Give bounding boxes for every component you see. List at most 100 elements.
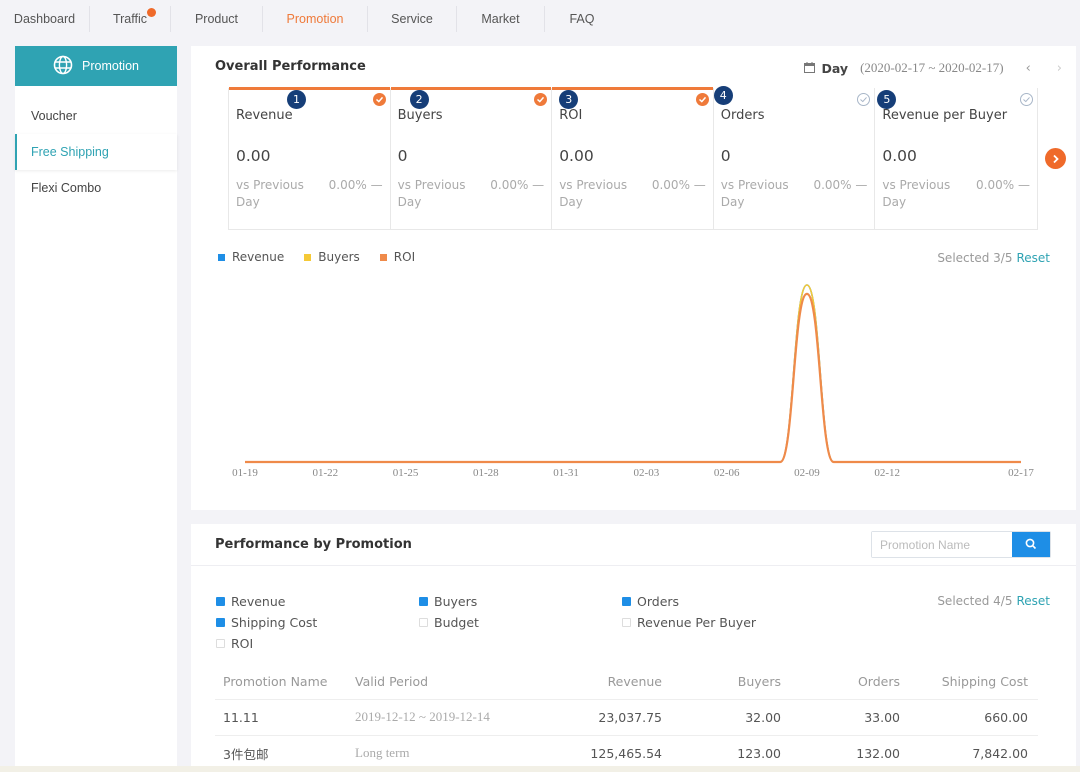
x-tick-label: 02-09 [794,467,820,479]
compare-label: vs Previous Day [882,178,951,209]
search-button[interactable] [1012,532,1050,557]
metric-label: Revenue [236,108,293,123]
cell-revenue: 23,037.75 [547,699,672,736]
series-line-roi [245,292,1021,464]
metric-card-roi[interactable]: 3 ROI 0.00 vs Previous Day 0.00% — [552,87,714,229]
cell-buyers: 32.00 [672,699,791,736]
promotion-search-input[interactable] [872,532,1012,557]
nav-tab-traffic[interactable]: Traffic [90,8,170,26]
step-number-badge: 2 [409,90,429,109]
metric-label: Orders [720,108,765,123]
checkbox-roi[interactable]: ROI [216,636,253,651]
nav-tab-promotion[interactable]: Promotion [263,12,367,26]
checkbox-checked-icon [419,597,428,606]
legend-swatch [218,253,225,261]
sidebar-item-flexi-combo[interactable]: Flexi Combo [15,170,177,206]
chevron-right-icon [1052,149,1060,168]
x-tick-label: 01-31 [553,467,579,479]
nav-tab-service[interactable]: Service [368,12,456,26]
step-number-badge: 5 [877,90,897,109]
metric-label: ROI [559,108,583,123]
legend-item-revenue[interactable]: Revenue [218,250,284,264]
divider [191,565,1076,566]
nav-tab-market[interactable]: Market [457,12,544,26]
date-selector: Day (2020-02-17 ~ 2020-02-17) ‹ › [803,60,1062,76]
cell-promotion-name: 11.11 [215,699,347,736]
next-cards-button[interactable] [1045,148,1066,169]
reset-link[interactable]: Reset [1016,251,1050,265]
metric-card-orders[interactable]: 4 Orders 0 vs Previous Day 0.00% — [713,86,876,229]
promotion-table: Promotion Name Valid Period Revenue Buye… [215,664,1038,772]
column-header[interactable]: Valid Period [347,664,547,700]
nav-tab-dashboard[interactable]: Dashboard [0,12,89,26]
x-tick-label: 01-28 [473,467,499,479]
sidebar-header-label: Promotion [82,59,139,73]
nav-tab-faq[interactable]: FAQ [545,12,619,26]
cell-orders: 33.00 [791,699,910,736]
table-row[interactable]: 11.11 2019-12-12 ~ 2019-12-14 23,037.75 … [215,699,1038,736]
sidebar: Promotion Voucher Free Shipping Flexi Co… [15,46,177,772]
compare-label: vs Previous Day [720,178,789,209]
next-period-button[interactable]: › [1057,61,1062,76]
reset-link[interactable]: Reset [1016,594,1050,608]
sidebar-item-voucher[interactable]: Voucher [15,98,177,134]
search-icon [1025,535,1037,554]
checkbox-buyers[interactable]: Buyers [419,594,477,609]
step-number-badge: 4 [713,86,733,105]
column-header[interactable]: Promotion Name [215,664,347,700]
overall-performance-panel: Overall Performance Day (2020-02-17 ~ 20… [191,46,1076,510]
compare-label: vs Previous Day [397,178,466,209]
table-header-row: Promotion Name Valid Period Revenue Buye… [215,664,1038,700]
checkbox-orders[interactable]: Orders [622,594,679,609]
checked-icon[interactable] [695,93,709,106]
panel-title: Overall Performance [215,59,366,74]
legend-item-buyers[interactable]: Buyers [304,250,360,264]
panel-title: Performance by Promotion [215,537,412,552]
column-header[interactable]: Buyers [672,664,791,700]
series-line-buyers [245,284,1021,463]
performance-by-promotion-panel: Performance by Promotion Revenue Buyers … [191,524,1076,772]
column-header[interactable]: Shipping Cost [910,664,1038,700]
checkbox-checked-icon [216,618,225,627]
x-tick-label: 02-06 [714,467,740,479]
x-tick-label: 02-17 [1008,467,1034,479]
checkbox-revenue-per-buyer[interactable]: Revenue Per Buyer [622,615,756,630]
cell-valid-period: 2019-12-12 ~ 2019-12-14 [347,699,547,736]
metric-card-revenue-per-buyer[interactable]: 5 Revenue per Buyer 0.00 vs Previous Day… [875,88,1037,229]
checked-icon[interactable] [534,93,548,106]
series-line-revenue [245,284,1021,463]
sidebar-item-free-shipping[interactable]: Free Shipping [15,134,177,170]
notification-badge [147,8,157,17]
step-number-badge: 1 [287,90,306,109]
chart-legend: Revenue Buyers ROI [218,250,415,264]
x-tick-label: 01-25 [393,467,419,479]
legend-swatch [379,253,387,261]
unchecked-icon[interactable] [1019,93,1033,106]
metric-label: Revenue per Buyer [882,108,1008,123]
checkbox-budget[interactable]: Budget [419,615,479,630]
metric-card-buyers[interactable]: 2 Buyers 0 vs Previous Day 0.00% — [390,87,553,229]
prev-period-button[interactable]: ‹ [1026,61,1031,76]
promotion-search [871,531,1051,558]
legend-item-roi[interactable]: ROI [379,250,415,264]
checkbox-revenue[interactable]: Revenue [216,594,285,609]
calendar-icon[interactable] [803,61,815,76]
nav-tab-product[interactable]: Product [171,12,262,26]
x-tick-label: 02-12 [874,467,900,479]
checkbox-checked-icon [216,597,225,606]
legend-swatch [304,253,312,261]
checkbox-unchecked-icon [419,618,428,627]
date-range: (2020-02-17 ~ 2020-02-17) [860,60,1004,75]
checkbox-unchecked-icon [216,639,225,648]
checkbox-shipping-cost[interactable]: Shipping Cost [216,615,317,630]
checked-icon[interactable] [372,93,386,106]
metric-value: 0.00 [882,147,917,165]
unchecked-icon[interactable] [857,93,871,106]
column-header[interactable]: Orders [791,664,910,700]
period-selector[interactable]: Day [822,61,849,76]
sidebar-header[interactable]: Promotion [15,46,177,86]
compare-label: vs Previous Day [236,178,304,209]
metric-card-revenue[interactable]: 1 Revenue 0.00 vs Previous Day 0.00% — [229,87,391,229]
column-header[interactable]: Revenue [547,664,672,700]
checkbox-checked-icon [622,597,631,606]
